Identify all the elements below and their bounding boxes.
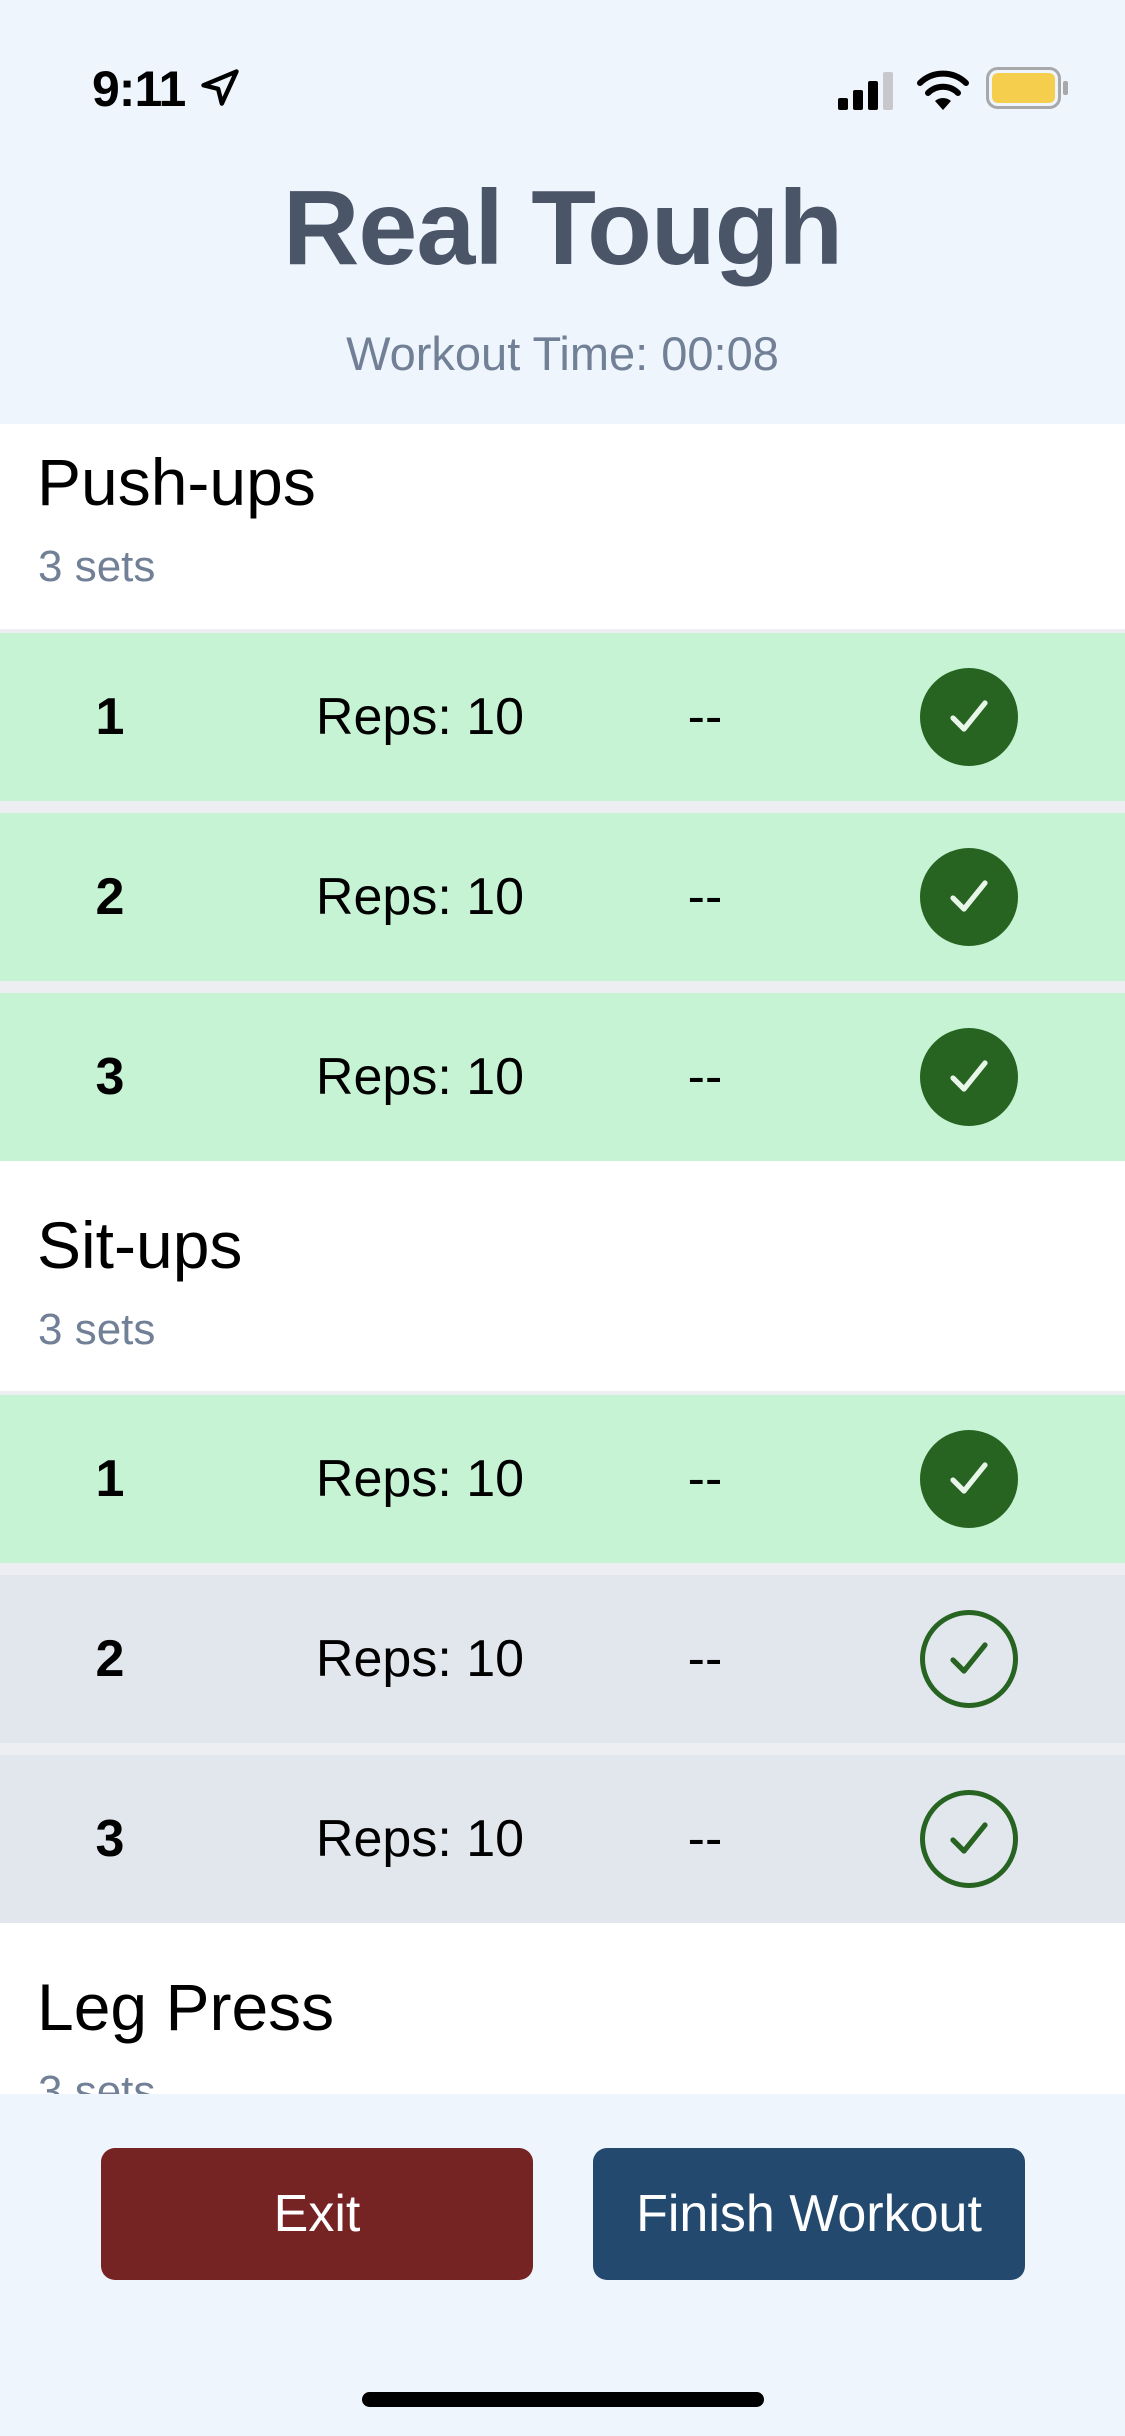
set-row: 1 Reps: 10 -- [0,633,1125,801]
set-row: 2 Reps: 10 -- [0,1575,1125,1743]
set-number: 2 [95,1630,125,1688]
set-reps[interactable]: Reps: 10 [290,1395,550,1563]
set-weight[interactable]: -- [660,993,750,1161]
exercise-header-leg-press: Leg Press 3 sets [0,1923,1125,2094]
exit-button[interactable]: Exit [101,2148,533,2280]
set-weight[interactable]: -- [660,813,750,981]
set-reps[interactable]: Reps: 10 [290,993,550,1161]
cellular-signal-icon [838,72,893,110]
exercise-header-sit-ups: Sit-ups 3 sets [0,1161,1125,1391]
exercise-sets-count: 3 sets [38,542,156,591]
complete-set-button[interactable] [920,1430,1018,1528]
set-row: 2 Reps: 10 -- [0,813,1125,981]
set-number: 3 [95,1048,125,1106]
finish-workout-button[interactable]: Finish Workout [593,2148,1025,2280]
set-row: 1 Reps: 10 -- [0,1395,1125,1563]
checkmark-icon [950,1642,988,1674]
exercise-sets-count: 3 sets [38,2067,156,2094]
status-time: 9:11 [92,61,186,117]
complete-set-button[interactable] [920,668,1018,766]
exercise-header-push-ups: Push-ups 3 sets [0,424,1125,629]
complete-set-button[interactable] [920,1610,1018,1708]
set-number: 3 [95,1810,125,1868]
exercise-name: Push-ups [37,445,316,519]
set-weight[interactable]: -- [660,633,750,801]
checkmark-icon [950,880,988,912]
battery-icon [986,67,1068,109]
set-number: 1 [95,1450,125,1508]
bottom-action-bar: Exit Finish Workout [0,2094,1125,2436]
set-reps[interactable]: Reps: 10 [290,633,550,801]
location-arrow-icon [201,69,239,106]
set-row: 3 Reps: 10 -- [0,993,1125,1161]
set-reps[interactable]: Reps: 10 [290,1755,550,1923]
set-number: 2 [95,868,125,926]
complete-set-button[interactable] [920,848,1018,946]
page-title: Real Tough [282,169,843,287]
wifi-icon [917,70,969,110]
exercise-sets-count: 3 sets [38,1305,156,1354]
status-bar: 9:11 [0,0,1125,180]
set-reps[interactable]: Reps: 10 [290,813,550,981]
set-weight[interactable]: -- [660,1575,750,1743]
checkmark-icon [950,1060,988,1092]
set-weight[interactable]: -- [660,1755,750,1923]
exercise-name: Leg Press [37,1970,335,2044]
workout-timer: Workout Time: 00:08 [346,327,779,380]
complete-set-button[interactable] [920,1790,1018,1888]
checkmark-icon [950,700,988,732]
set-row: 3 Reps: 10 -- [0,1755,1125,1923]
checkmark-icon [950,1462,988,1494]
home-indicator[interactable] [362,2392,764,2407]
complete-set-button[interactable] [920,1028,1018,1126]
exercise-name: Sit-ups [37,1208,243,1282]
set-weight[interactable]: -- [660,1395,750,1563]
set-number: 1 [95,688,125,746]
set-reps[interactable]: Reps: 10 [290,1575,550,1743]
exercise-list[interactable]: Push-ups 3 sets 1 Reps: 10 -- 2 Reps: 10… [0,424,1125,2094]
checkmark-icon [950,1822,988,1854]
